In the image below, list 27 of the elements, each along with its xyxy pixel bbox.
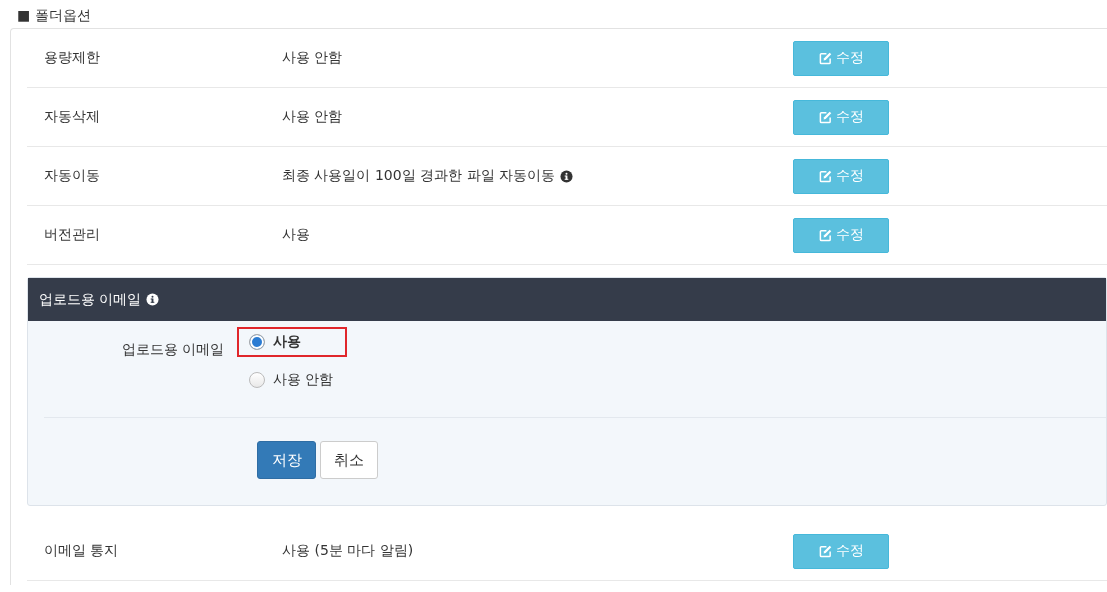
- option-value: 사용 안함: [282, 108, 343, 126]
- edit-button[interactable]: 수정: [793, 217, 889, 253]
- edit-button[interactable]: 수정: [793, 40, 889, 76]
- option-value: 사용 안함: [282, 49, 343, 67]
- option-value: 최종 사용일이 100일 경과한 파일 자동이동: [282, 167, 555, 185]
- radio-option[interactable]: 사용: [237, 327, 348, 357]
- save-button[interactable]: 저장: [257, 441, 316, 479]
- edit-icon: [818, 544, 832, 558]
- edit-button[interactable]: 수정: [793, 533, 889, 569]
- option-value: 사용: [282, 226, 310, 244]
- field-label: 업로드용 이메일: [120, 340, 224, 359]
- radio-option[interactable]: 사용 안함: [237, 365, 348, 395]
- option-label: 용량제한: [43, 49, 101, 67]
- option-label: 버전관리: [43, 226, 101, 244]
- edit-button[interactable]: 수정: [793, 99, 889, 135]
- option-label: 자동삭제: [43, 108, 101, 126]
- edit-icon: [818, 110, 832, 124]
- edit-icon: [818, 169, 832, 183]
- option-label: 자동이동: [43, 167, 101, 185]
- edit-button[interactable]: 수정: [793, 158, 889, 194]
- option-value: 사용 (5분 마다 알림): [282, 542, 414, 560]
- option-label: 이메일 통지: [43, 542, 120, 560]
- cancel-button[interactable]: 취소: [320, 441, 378, 479]
- editor-title: 업로드용 이메일: [39, 290, 142, 309]
- edit-icon: [818, 228, 832, 242]
- edit-icon: [818, 51, 832, 65]
- section-title: ■ 폴더옵션: [16, 6, 92, 25]
